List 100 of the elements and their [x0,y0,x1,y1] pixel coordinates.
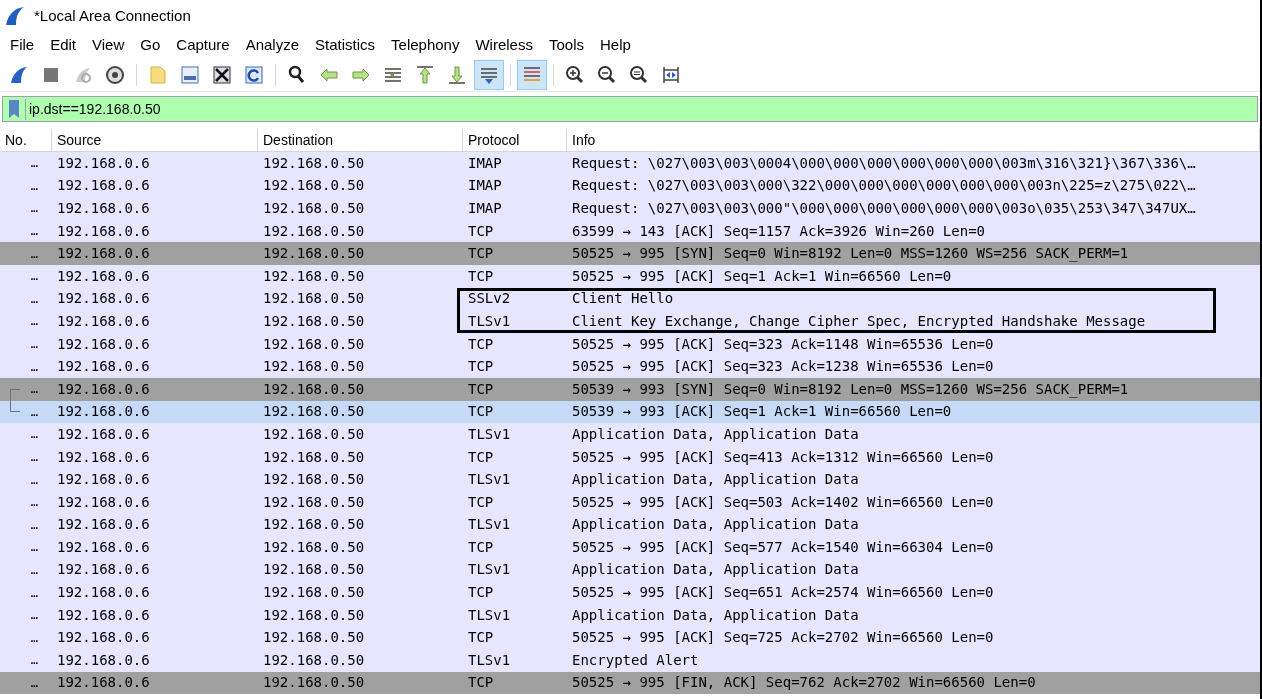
table-cell: 50525 → 995 [ACK] Seq=323 Ack=1238 Win=65536 Len=0 [572,358,994,375]
table-cell: 50525 → 995 [ACK] Seq=577 Ack=1540 Win=66304 Len=0 [572,538,994,555]
column-header[interactable]: Protocol [463,129,567,151]
packet-row[interactable]: … 192.168.0.6 192.168.0.50 TLSv1 Application Data, Application Data [0,603,1260,627]
table-cell: 192.168.0.6 [57,380,150,397]
packet-row[interactable]: … 192.168.0.6 192.168.0.50 TCP 50525 → 995 [ACK] Seq=1 Ack=1 Win=66560 Len=0 [0,264,1260,288]
column-header[interactable]: No. [0,129,52,151]
table-cell: 192.168.0.6 [57,154,150,171]
table-cell: 192.168.0.50 [263,154,365,171]
table-cell: 192.168.0.6 [57,584,150,601]
packet-row[interactable]: … 192.168.0.6 192.168.0.50 TCP 63599 → 143 [ACK] Seq=1157 Ack=3926 Win=260 Len=0 [0,219,1260,243]
table-cell: 192.168.0.50 [263,651,365,668]
menu-item[interactable]: Analyze [237,33,308,57]
table-cell: Request: \027\003\003\0004\000\000\000\000\000\000\003m\316\321}\367\336\… [572,154,1196,171]
table-cell: 192.168.0.50 [263,629,365,646]
menu-item[interactable]: Telephony [383,33,468,57]
column-header[interactable]: Destination [258,129,463,151]
table-cell: Encrypted Alert [572,651,699,668]
packet-row[interactable]: … 192.168.0.6 192.168.0.50 TCP 50539 → 993 [ACK] Seq=1 Ack=1 Win=66560 Len=0 [0,400,1260,424]
table-cell: 192.168.0.50 [263,290,365,307]
menu-item[interactable]: Wireless [467,33,541,57]
column-header[interactable]: Source [52,129,258,151]
menu-item[interactable]: View [84,33,133,57]
table-cell: IMAP [468,177,502,194]
packet-row[interactable]: … 192.168.0.6 192.168.0.50 TCP 50525 → 995 [FIN, ACK] Seq=762 Ack=2702 Win=66560 Len=0 [0,671,1260,695]
packet-row[interactable]: … 192.168.0.6 192.168.0.50 TLSv1 Application Data, Application Data [0,468,1260,491]
table-cell: 50525 → 995 [ACK] Seq=725 Ack=2702 Win=66560 Len=0 [572,629,994,646]
table-cell: 192.168.0.6 [57,290,150,307]
colorize-button[interactable] [517,59,547,90]
packet-row[interactable]: … 192.168.0.6 192.168.0.50 TCP 50525 → 995 [ACK] Seq=651 Ack=2574 Win=66560 Len=0 [0,581,1260,604]
menu-item[interactable]: Capture [168,33,238,57]
menu-item[interactable]: Statistics [307,33,384,57]
packet-row[interactable]: … 192.168.0.6 192.168.0.50 TLSv1 Application Data, Application Data [0,423,1260,446]
table-cell-text: … [30,652,38,670]
packet-row[interactable]: … 192.168.0.6 192.168.0.50 TLSv1 Encrypted Alert [0,649,1260,672]
packet-row[interactable]: … 192.168.0.6 192.168.0.50 TCP 50525 → 995 [ACK] Seq=577 Ack=1540 Win=66304 Len=0 [0,536,1260,559]
table-cell: SSLv2 [468,290,511,307]
table-cell: TLSv1 [468,606,511,623]
table-cell: IMAP [468,200,502,216]
table-cell: TCP [468,222,494,239]
table-cell: TCP [468,448,494,465]
table-cell: 192.168.0.50 [263,358,365,375]
auto-scroll-button[interactable] [474,59,504,90]
zoom-out-icon [596,63,618,86]
table-cell: TCP [468,245,494,262]
packet-row[interactable]: … 192.168.0.6 192.168.0.50 TLSv1 Application Data, Application Data [0,558,1260,582]
table-cell: TCP [468,674,494,691]
packet-row[interactable]: … 192.168.0.6 192.168.0.50 TCP 50539 → 993 [SYN] Seq=0 Win=8192 Len=0 MSS=1260 WS=256 SACK_PERM=1 [0,377,1260,401]
table-cell-text: … [30,290,38,308]
packet-row[interactable]: … 192.168.0.6 192.168.0.50 TCP 50525 → 995 [ACK] Seq=725 Ack=2702 Win=66560 Len=0 [0,626,1260,650]
packet-row[interactable]: … 192.168.0.6 192.168.0.50 TCP 50525 → 995 [ACK] Seq=323 Ack=1238 Win=65536 Len=0 [0,355,1260,378]
table-cell: 50525 → 995 [FIN, ACK] Seq=762 Ack=2702 Win=66560 Len=0 [572,674,1036,691]
table-cell: 50525 → 995 [ACK] Seq=503 Ack=1402 Win=66560 Len=0 [572,493,994,510]
packet-row[interactable]: … 192.168.0.6 192.168.0.50 TCP 50525 → 995 [ACK] Seq=323 Ack=1148 Win=65536 Len=0 [0,332,1260,356]
packet-row[interactable]: … 192.168.0.6 192.168.0.50 TCP 50525 → 995 [ACK] Seq=503 Ack=1402 Win=66560 Len=0 [0,490,1260,514]
packet-row[interactable]: … 192.168.0.6 192.168.0.50 IMAP Request: \027\003\003\0004\000\000\000\000\000\000\003m\316\321}\367\336\… [0,152,1260,175]
menu-item[interactable]: Go [132,33,169,57]
reload-icon [243,63,265,86]
table-cell: 192.168.0.50 [263,222,365,239]
table-cell: 192.168.0.50 [263,380,365,397]
table-cell: 192.168.0.6 [57,629,150,646]
menu-item[interactable]: Help [592,33,639,57]
table-cell: 192.168.0.6 [57,335,150,352]
display-filter-field[interactable]: ip.dst==192.168.0.50 [2,96,1258,122]
table-cell: 192.168.0.50 [263,471,365,488]
table-cell: 50525 → 995 [ACK] Seq=413 Ack=1312 Win=66560 Len=0 [572,448,994,465]
table-cell: 192.168.0.6 [57,606,150,623]
table-cell: TLSv1 [468,312,511,329]
table-cell: 50525 → 995 [ACK] Seq=323 Ack=1148 Win=65536 Len=0 [572,335,994,352]
table-cell-text: … [30,313,38,331]
menu-item[interactable]: Tools [540,33,592,57]
table-cell: 192.168.0.6 [57,538,150,555]
table-cell: 50525 → 995 [ACK] Seq=1 Ack=1 Win=66560 Len=0 [572,267,952,284]
table-cell: TCP [468,380,494,397]
table-cell: 192.168.0.6 [57,674,150,691]
packet-row[interactable]: … 192.168.0.6 192.168.0.50 TLSv1 Client Key Exchange, Change Cipher Spec, Encrypted Handshake Message [0,310,1260,333]
table-cell-text: … [30,516,38,534]
table-cell: 192.168.0.6 [57,312,150,329]
table-cell: 192.168.0.50 [263,606,365,623]
table-cell: 192.168.0.50 [263,674,365,691]
packet-row[interactable]: … 192.168.0.6 192.168.0.50 IMAP Request: \027\003\003\000\322\000\000\000\000\000\000\003n\225=z\275\022\… [0,174,1260,198]
table-cell-text: … [30,562,38,579]
table-cell: TLSv1 [468,561,511,578]
packet-row[interactable]: … 192.168.0.6 192.168.0.50 IMAP Request: \027\003\003\000"\000\000\000\000\000\000\003o\035\253\347\347UX… [0,197,1260,220]
column-header[interactable]: Info [567,129,1260,151]
table-cell: 192.168.0.50 [263,335,365,352]
packet-row[interactable]: … 192.168.0.6 192.168.0.50 TCP 50525 → 995 [SYN] Seq=0 Win=8192 Len=0 MSS=1260 WS=256 SACK_PERM=1 [0,242,1260,265]
gear-icon [104,63,126,86]
table-cell: 192.168.0.6 [57,471,150,488]
packet-row[interactable]: … 192.168.0.6 192.168.0.50 TLSv1 Application Data, Application Data [0,513,1260,537]
table-cell: 192.168.0.6 [57,222,150,239]
menu-item[interactable]: Edit [42,33,85,57]
table-cell: TCP [468,493,494,510]
table-cell: 192.168.0.6 [57,177,150,194]
menu-item[interactable]: File [2,33,43,57]
down-arrow-icon [446,63,468,86]
packet-row[interactable]: … 192.168.0.6 192.168.0.50 TCP 50525 → 995 [ACK] Seq=413 Ack=1312 Win=66560 Len=0 [0,445,1260,469]
table-cell-text: … [30,607,38,625]
packet-row[interactable]: … 192.168.0.6 192.168.0.50 SSLv2 Client Hello [0,287,1260,311]
table-cell-text: … [30,245,38,263]
